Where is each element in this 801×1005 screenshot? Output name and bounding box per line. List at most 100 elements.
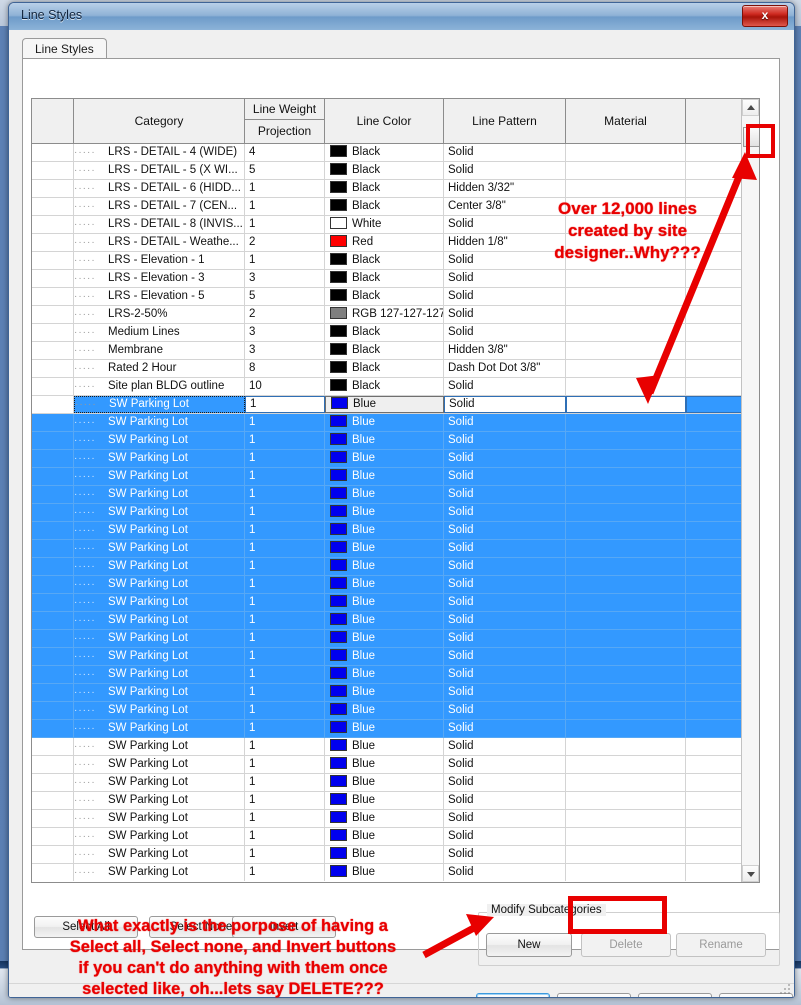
row-line-weight-cell[interactable]: 10 bbox=[245, 378, 325, 395]
row-line-pattern-cell[interactable]: Solid bbox=[444, 252, 566, 269]
row-line-pattern-cell[interactable]: Solid bbox=[444, 486, 566, 503]
row-line-pattern-cell[interactable]: Solid bbox=[444, 522, 566, 539]
row-category-cell[interactable]: ····· Membrane bbox=[74, 342, 245, 359]
row-line-pattern-cell[interactable]: Solid bbox=[444, 162, 566, 179]
row-material-cell[interactable] bbox=[566, 432, 686, 449]
row-line-weight-cell[interactable]: 1 bbox=[245, 198, 325, 215]
row-category-cell[interactable]: ····· SW Parking Lot bbox=[74, 432, 245, 449]
row-line-pattern-cell[interactable]: Solid bbox=[444, 702, 566, 719]
row-line-pattern-cell[interactable]: Solid bbox=[444, 864, 566, 881]
row-category-cell[interactable]: ····· SW Parking Lot bbox=[74, 864, 245, 881]
row-material-cell[interactable] bbox=[566, 162, 686, 179]
row-category-cell[interactable]: ····· SW Parking Lot bbox=[74, 576, 245, 593]
row-line-color-cell[interactable]: Blue bbox=[325, 774, 444, 791]
row-line-pattern-cell[interactable]: Solid bbox=[444, 792, 566, 809]
row-line-pattern-cell[interactable]: Solid bbox=[444, 612, 566, 629]
row-line-weight-cell[interactable]: 1 bbox=[245, 594, 325, 611]
row-line-pattern-cell[interactable]: Solid bbox=[444, 396, 566, 413]
grid-row[interactable]: ····· LRS - DETAIL - 7 (CEN... 1 Black Cente… bbox=[32, 198, 759, 216]
row-line-pattern-cell[interactable]: Solid bbox=[444, 774, 566, 791]
row-line-pattern-cell[interactable]: Solid bbox=[444, 378, 566, 395]
row-material-cell[interactable] bbox=[566, 414, 686, 431]
row-line-pattern-cell[interactable]: Hidden 1/8" bbox=[444, 234, 566, 251]
row-line-weight-cell[interactable]: 1 bbox=[245, 864, 325, 881]
grid-row[interactable]: ····· SW Parking Lot 1 Blue Solid bbox=[32, 576, 759, 594]
row-line-color-cell[interactable]: Blue bbox=[325, 504, 444, 521]
grid-row[interactable]: ····· SW Parking Lot 1 Blue Solid bbox=[32, 450, 759, 468]
grid-row[interactable]: ····· SW Parking Lot 1 Blue Solid bbox=[32, 648, 759, 666]
row-category-cell[interactable]: ····· SW Parking Lot bbox=[74, 396, 245, 413]
grid-row[interactable]: ····· SW Parking Lot 1 Blue Solid bbox=[32, 630, 759, 648]
row-line-weight-cell[interactable]: 1 bbox=[245, 720, 325, 737]
row-line-weight-cell[interactable]: 1 bbox=[245, 504, 325, 521]
row-material-cell[interactable] bbox=[566, 378, 686, 395]
row-line-weight-cell[interactable]: 1 bbox=[245, 252, 325, 269]
grid-row[interactable]: ····· SW Parking Lot 1 Blue Solid bbox=[32, 558, 759, 576]
row-material-cell[interactable] bbox=[566, 522, 686, 539]
row-material-cell[interactable] bbox=[566, 144, 686, 161]
grid-row[interactable]: ····· SW Parking Lot 1 Blue Solid bbox=[32, 594, 759, 612]
row-material-cell[interactable] bbox=[566, 288, 686, 305]
row-material-cell[interactable] bbox=[566, 648, 686, 665]
row-line-pattern-cell[interactable]: Solid bbox=[444, 720, 566, 737]
row-line-pattern-cell[interactable]: Hidden 3/8" bbox=[444, 342, 566, 359]
grid-header-category[interactable]: Category bbox=[74, 99, 245, 143]
row-line-color-cell[interactable]: Blue bbox=[325, 522, 444, 539]
row-material-cell[interactable] bbox=[566, 486, 686, 503]
row-line-weight-cell[interactable]: 1 bbox=[245, 576, 325, 593]
grid-header-line_pattern[interactable]: Line Pattern bbox=[444, 99, 566, 143]
row-line-color-cell[interactable]: Blue bbox=[325, 432, 444, 449]
row-category-cell[interactable]: ····· SW Parking Lot bbox=[74, 720, 245, 737]
row-line-color-cell[interactable]: Blue bbox=[325, 630, 444, 647]
row-category-cell[interactable]: ····· LRS - DETAIL - 6 (HIDD... bbox=[74, 180, 245, 197]
row-line-weight-cell[interactable]: 3 bbox=[245, 270, 325, 287]
row-category-cell[interactable]: ····· SW Parking Lot bbox=[74, 522, 245, 539]
row-line-color-cell[interactable]: Blue bbox=[325, 810, 444, 827]
grid-row[interactable]: ····· SW Parking Lot 1 Blue Solid bbox=[32, 846, 759, 864]
grid-row[interactable]: ····· Rated 2 Hour 8 Black Dash Dot Dot 3/8" bbox=[32, 360, 759, 378]
row-line-weight-cell[interactable]: 1 bbox=[245, 828, 325, 845]
row-line-pattern-cell[interactable]: Solid bbox=[444, 432, 566, 449]
grid-vertical-scrollbar[interactable] bbox=[741, 99, 759, 882]
row-line-weight-cell[interactable]: 1 bbox=[245, 702, 325, 719]
grid-row[interactable]: ····· LRS - DETAIL - 5 (X WI... 5 Black Soli… bbox=[32, 162, 759, 180]
row-line-weight-cell[interactable]: 3 bbox=[245, 324, 325, 341]
row-line-weight-cell[interactable]: 1 bbox=[245, 450, 325, 467]
row-category-cell[interactable]: ····· SW Parking Lot bbox=[74, 450, 245, 467]
row-line-weight-cell[interactable]: 1 bbox=[245, 558, 325, 575]
row-line-pattern-cell[interactable]: Solid bbox=[444, 414, 566, 431]
row-category-cell[interactable]: ····· SW Parking Lot bbox=[74, 774, 245, 791]
row-line-pattern-cell[interactable]: Solid bbox=[444, 324, 566, 341]
grid-row[interactable]: ····· LRS - DETAIL - Weathe... 2 Red Hidden … bbox=[32, 234, 759, 252]
row-line-pattern-cell[interactable]: Solid bbox=[444, 288, 566, 305]
row-line-pattern-cell[interactable]: Solid bbox=[444, 558, 566, 575]
row-category-cell[interactable]: ····· Rated 2 Hour bbox=[74, 360, 245, 377]
row-material-cell[interactable] bbox=[566, 270, 686, 287]
row-line-weight-cell[interactable]: 1 bbox=[245, 414, 325, 431]
grid-row[interactable]: ····· Membrane 3 Black Hidden 3/8" bbox=[32, 342, 759, 360]
row-category-cell[interactable]: ····· SW Parking Lot bbox=[74, 828, 245, 845]
row-line-weight-cell[interactable]: 1 bbox=[245, 468, 325, 485]
row-category-cell[interactable]: ····· SW Parking Lot bbox=[74, 594, 245, 611]
row-material-cell[interactable] bbox=[566, 468, 686, 485]
row-line-color-cell[interactable]: Blue bbox=[325, 792, 444, 809]
row-line-pattern-cell[interactable]: Solid bbox=[444, 630, 566, 647]
row-line-pattern-cell[interactable]: Solid bbox=[444, 540, 566, 557]
row-category-cell[interactable]: ····· LRS - DETAIL - 7 (CEN... bbox=[74, 198, 245, 215]
row-line-pattern-cell[interactable]: Solid bbox=[444, 666, 566, 683]
select-all-button[interactable]: Select All bbox=[34, 916, 138, 938]
row-material-cell[interactable] bbox=[566, 828, 686, 845]
row-category-cell[interactable]: ····· LRS - DETAIL - 8 (INVIS... bbox=[74, 216, 245, 233]
grid-row[interactable]: ····· SW Parking Lot 1 Blue Solid bbox=[32, 702, 759, 720]
row-material-cell[interactable] bbox=[566, 306, 686, 323]
row-line-color-cell[interactable]: Black bbox=[325, 288, 444, 305]
row-category-cell[interactable]: ····· SW Parking Lot bbox=[74, 630, 245, 647]
grid-row[interactable]: ····· LRS-2-50% 2 RGB 127-127-127 Solid bbox=[32, 306, 759, 324]
row-line-color-cell[interactable]: Black bbox=[325, 162, 444, 179]
row-line-color-cell[interactable]: Black bbox=[325, 180, 444, 197]
row-line-pattern-cell[interactable]: Hidden 3/32" bbox=[444, 180, 566, 197]
apply-button[interactable]: Apply bbox=[638, 993, 712, 997]
row-line-color-cell[interactable]: Blue bbox=[325, 414, 444, 431]
row-material-cell[interactable] bbox=[566, 774, 686, 791]
row-line-weight-cell[interactable]: 1 bbox=[245, 540, 325, 557]
